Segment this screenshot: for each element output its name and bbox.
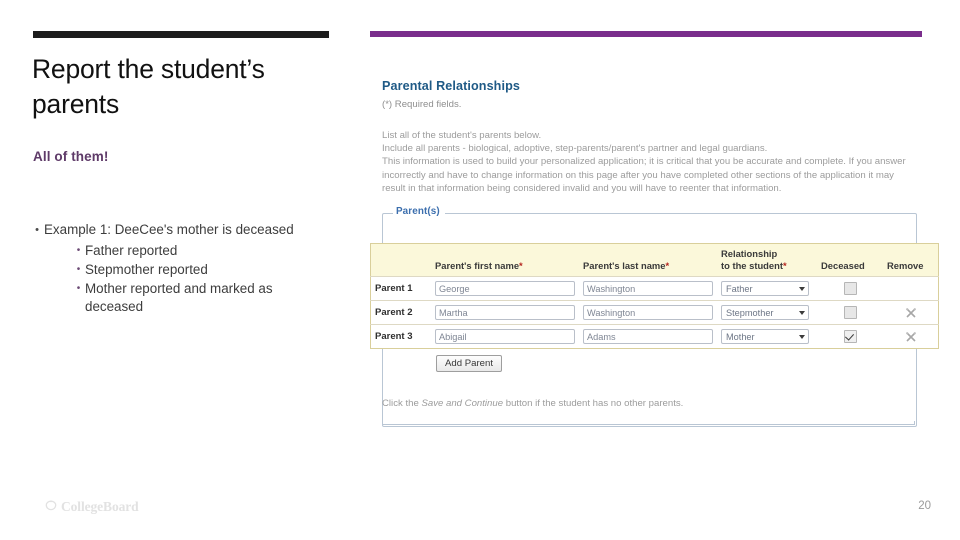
remove-cell <box>883 324 939 349</box>
sub-bullet-text: Stepmother reported <box>85 262 208 277</box>
list-item: • Stepmother reported <box>72 261 350 279</box>
bullet-dot-icon: • <box>35 224 39 236</box>
relationship-select-value: Mother <box>726 332 755 342</box>
first-name-cell <box>431 276 579 301</box>
deceased-cell <box>817 324 883 349</box>
column-header-last-name-label: Parent's last name <box>583 259 666 271</box>
last-name-cell <box>579 324 717 349</box>
deceased-checkbox[interactable] <box>843 330 857 343</box>
form-accent-bar <box>370 31 922 37</box>
last-name-input[interactable] <box>583 329 713 344</box>
title-accent-bar <box>33 31 329 38</box>
required-star-icon: * <box>782 259 787 271</box>
list-item: • Mother reported and marked as deceased <box>72 280 350 316</box>
add-parent-button[interactable]: Add Parent <box>436 355 503 372</box>
collegeboard-logo: CollegeBoard <box>45 499 139 515</box>
last-name-cell <box>579 276 717 301</box>
sub-bullet-text: Father reported <box>85 243 178 258</box>
required-fields-note: (*) Required fields. <box>382 99 462 110</box>
first-name-input[interactable] <box>435 281 575 296</box>
save-hint-suffix: button if the student has no other paren… <box>503 398 684 409</box>
deceased-checkbox[interactable] <box>843 306 857 319</box>
table-body: Parent 1 Father Parent 2 <box>370 276 939 349</box>
list-item: • Example 1: DeeCee's mother is deceased <box>30 221 350 239</box>
deceased-checkbox[interactable] <box>843 282 857 295</box>
column-header-relationship: Relationship to the student* <box>717 243 817 277</box>
relationship-select[interactable]: Stepmother <box>721 305 809 320</box>
remove-cell <box>883 300 939 325</box>
column-header-relationship-line1: Relationship <box>721 248 778 259</box>
column-header-last-name: Parent's last name* <box>579 243 717 277</box>
column-header-relationship-line2: to the student <box>721 259 783 271</box>
first-name-cell <box>431 324 579 349</box>
sub-bullet-list: • Father reported • Stepmother reported … <box>30 242 350 316</box>
remove-icon[interactable] <box>905 331 917 343</box>
collegeboard-wordmark: CollegeBoard <box>61 499 139 514</box>
relationship-select[interactable]: Mother <box>721 329 809 344</box>
save-hint-prefix: Click the <box>382 398 422 409</box>
form-closing-rule <box>382 421 915 425</box>
relationship-select-value: Father <box>726 284 753 294</box>
row-label: Parent 3 <box>370 324 431 349</box>
save-and-continue-hint: Click the Save and Continue button if th… <box>382 398 683 409</box>
bullet-main-text: Example 1: DeeCee's mother is deceased <box>44 222 294 237</box>
remove-icon[interactable] <box>905 307 917 319</box>
row-label: Parent 2 <box>370 300 431 325</box>
bullet-dot-icon: • <box>76 264 81 275</box>
required-star-icon: * <box>665 259 670 271</box>
bullet-list: • Example 1: DeeCee's mother is deceased… <box>30 221 350 317</box>
first-name-input[interactable] <box>435 305 575 320</box>
intro-line-3: This information is used to build your p… <box>382 156 906 194</box>
column-header-deceased: Deceased <box>817 243 883 277</box>
bullet-dot-icon: • <box>76 245 81 256</box>
column-header-remove: Remove <box>883 243 939 277</box>
relationship-select[interactable]: Father <box>721 281 809 296</box>
remove-cell <box>883 276 939 301</box>
bullet-dot-icon: • <box>76 283 81 294</box>
required-star-icon: * <box>519 259 523 271</box>
first-name-cell <box>431 300 579 325</box>
slide-left-panel: Report the student’s parents All of them… <box>0 0 360 540</box>
page-title: Report the student’s parents <box>32 54 265 119</box>
sub-bullet-text: Mother reported and marked as deceased <box>85 281 273 314</box>
parents-table: Parent's first name* Parent's last name*… <box>370 243 939 349</box>
save-hint-emphasis: Save and Continue <box>421 398 504 409</box>
chevron-down-icon <box>799 287 805 291</box>
page-number: 20 <box>918 500 931 512</box>
relationship-cell: Stepmother <box>717 300 817 325</box>
last-name-cell <box>579 300 717 325</box>
slide-subtitle: All of them! <box>33 149 109 164</box>
deceased-cell <box>817 300 883 325</box>
relationship-select-value: Stepmother <box>726 308 774 318</box>
form-intro-text: List all of the student's parents below.… <box>382 129 916 195</box>
chevron-down-icon <box>799 335 805 339</box>
column-header-first-name-label: Parent's first name <box>435 259 520 271</box>
column-header-first-name: Parent's first name* <box>431 243 579 277</box>
first-name-input[interactable] <box>435 329 575 344</box>
last-name-input[interactable] <box>583 281 713 296</box>
acorn-icon <box>45 500 57 511</box>
intro-line-1: List all of the student's parents below. <box>382 130 542 141</box>
table-row: Parent 1 Father <box>370 276 939 301</box>
table-row: Parent 2 Stepmother <box>370 300 939 325</box>
list-item: • Father reported <box>72 242 350 260</box>
table-row: Parent 3 Mother <box>370 324 939 349</box>
deceased-cell <box>817 276 883 301</box>
relationship-cell: Father <box>717 276 817 301</box>
form-heading: Parental Relationships <box>382 79 520 93</box>
relationship-cell: Mother <box>717 324 817 349</box>
chevron-down-icon <box>799 311 805 315</box>
row-label: Parent 1 <box>370 276 431 301</box>
intro-line-2: Include all parents - biological, adopti… <box>382 143 768 155</box>
parents-fieldset-legend: Parent(s) <box>393 206 445 217</box>
table-header-row: Parent's first name* Parent's last name*… <box>370 243 939 277</box>
last-name-input[interactable] <box>583 305 713 320</box>
column-header-row-label <box>370 243 431 277</box>
table-header: Parent's first name* Parent's last name*… <box>370 243 939 277</box>
